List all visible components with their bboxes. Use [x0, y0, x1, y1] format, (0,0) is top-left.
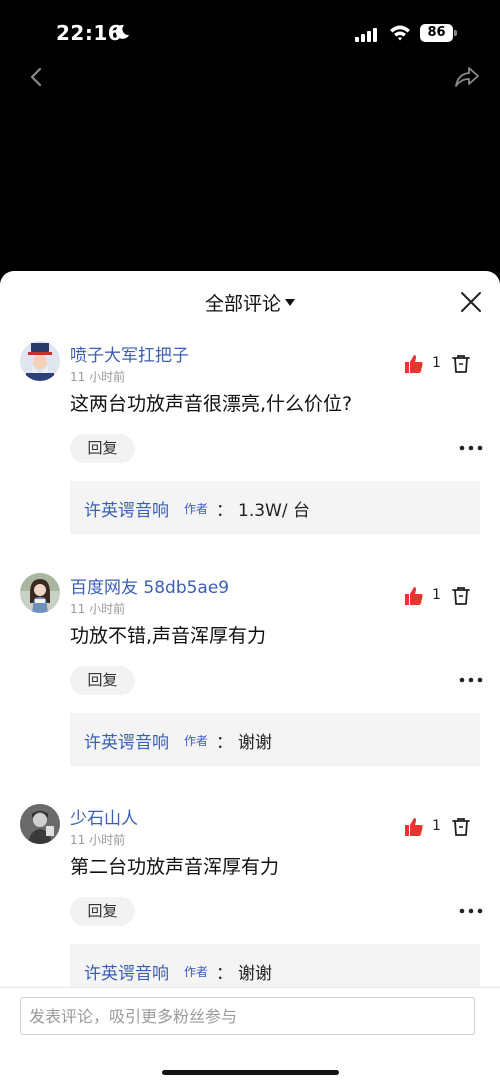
author-reply[interactable]: 许英谔音响 作者 ： 1.3W/ 台	[70, 481, 480, 534]
status-time: 22:16	[56, 21, 123, 45]
comment-time: 11 小时前	[70, 370, 126, 384]
author-reply-colon: ：	[216, 733, 233, 753]
trash-icon[interactable]	[452, 354, 470, 374]
avatar[interactable]	[20, 804, 60, 844]
like-group: 1	[404, 586, 474, 608]
like-count: 1	[432, 587, 441, 603]
more-icon[interactable]	[459, 908, 483, 914]
battery-indicator: 86	[420, 24, 453, 42]
author-tag: 作者	[184, 502, 209, 516]
share-icon[interactable]	[454, 66, 480, 88]
more-icon[interactable]	[459, 445, 483, 451]
author-reply-text: 1.3W/ 台	[238, 501, 310, 521]
thumbs-up-icon[interactable]	[404, 586, 424, 606]
sheet-title: 全部评论	[204, 293, 281, 315]
comment-filter-dropdown[interactable]: 全部评论	[0, 289, 500, 316]
author-reply-colon: ：	[216, 964, 233, 984]
back-arrow-icon[interactable]	[26, 66, 46, 88]
author-reply[interactable]: 许英谔音响 作者 ： 谢谢	[70, 713, 480, 766]
reply-button[interactable]: 回复	[70, 666, 135, 695]
author-reply-name[interactable]: 许英谔音响	[84, 496, 169, 521]
like-group: 1	[404, 817, 474, 839]
comment-input[interactable]	[20, 997, 475, 1035]
author-reply-colon: ：	[216, 501, 233, 521]
comment-item: 百度网友 58db5ae9 11 小时前 1 功放不错,声音浑厚有力 回复 许英…	[0, 573, 500, 803]
like-count: 1	[432, 818, 441, 834]
trash-icon[interactable]	[452, 586, 470, 606]
reply-button[interactable]: 回复	[70, 897, 135, 926]
thumbs-up-icon[interactable]	[404, 354, 424, 374]
like-count: 1	[432, 355, 441, 371]
triangle-down-icon	[285, 299, 295, 306]
comment-content: 第二台功放声音浑厚有力	[70, 856, 280, 878]
status-bar: 22:16 86	[0, 0, 500, 60]
author-reply-text: 谢谢	[238, 733, 272, 753]
comment-username[interactable]: 少石山人	[70, 804, 138, 829]
comment-item: 喷子大军扛把子 11 小时前 1 这两台功放声音很漂亮,什么价位? 回复 许英谔…	[0, 341, 500, 571]
comment-time: 11 小时前	[70, 833, 126, 847]
trash-icon[interactable]	[452, 817, 470, 837]
avatar[interactable]	[20, 341, 60, 381]
moon-icon	[115, 24, 129, 39]
comment-username[interactable]: 喷子大军扛把子	[70, 341, 189, 366]
comment-time: 11 小时前	[70, 602, 126, 616]
cellular-signal-icon	[355, 26, 377, 42]
author-reply-name[interactable]: 许英谔音响	[84, 959, 169, 984]
like-group: 1	[404, 354, 474, 376]
author-tag: 作者	[184, 734, 209, 748]
battery-nub	[454, 30, 457, 36]
comment-sheet: 全部评论 喷子大军扛把子 11 小时前 1 这两台功放声音很漂亮,什么价位? 回…	[0, 271, 500, 1083]
author-reply-name[interactable]: 许英谔音响	[84, 728, 169, 753]
wifi-icon	[390, 25, 410, 41]
thumbs-up-icon[interactable]	[404, 817, 424, 837]
close-icon[interactable]	[460, 291, 482, 313]
comment-content: 功放不错,声音浑厚有力	[70, 625, 267, 647]
sheet-header: 全部评论	[0, 271, 500, 331]
avatar[interactable]	[20, 573, 60, 613]
comment-input-bar	[0, 987, 500, 1083]
more-icon[interactable]	[459, 677, 483, 683]
author-reply-text: 谢谢	[238, 964, 272, 984]
reply-button[interactable]: 回复	[70, 434, 135, 463]
author-tag: 作者	[184, 965, 209, 979]
comment-username[interactable]: 百度网友 58db5ae9	[70, 573, 229, 598]
home-indicator	[162, 1070, 339, 1075]
video-area[interactable]	[0, 60, 500, 270]
comment-content: 这两台功放声音很漂亮,什么价位?	[70, 393, 353, 415]
